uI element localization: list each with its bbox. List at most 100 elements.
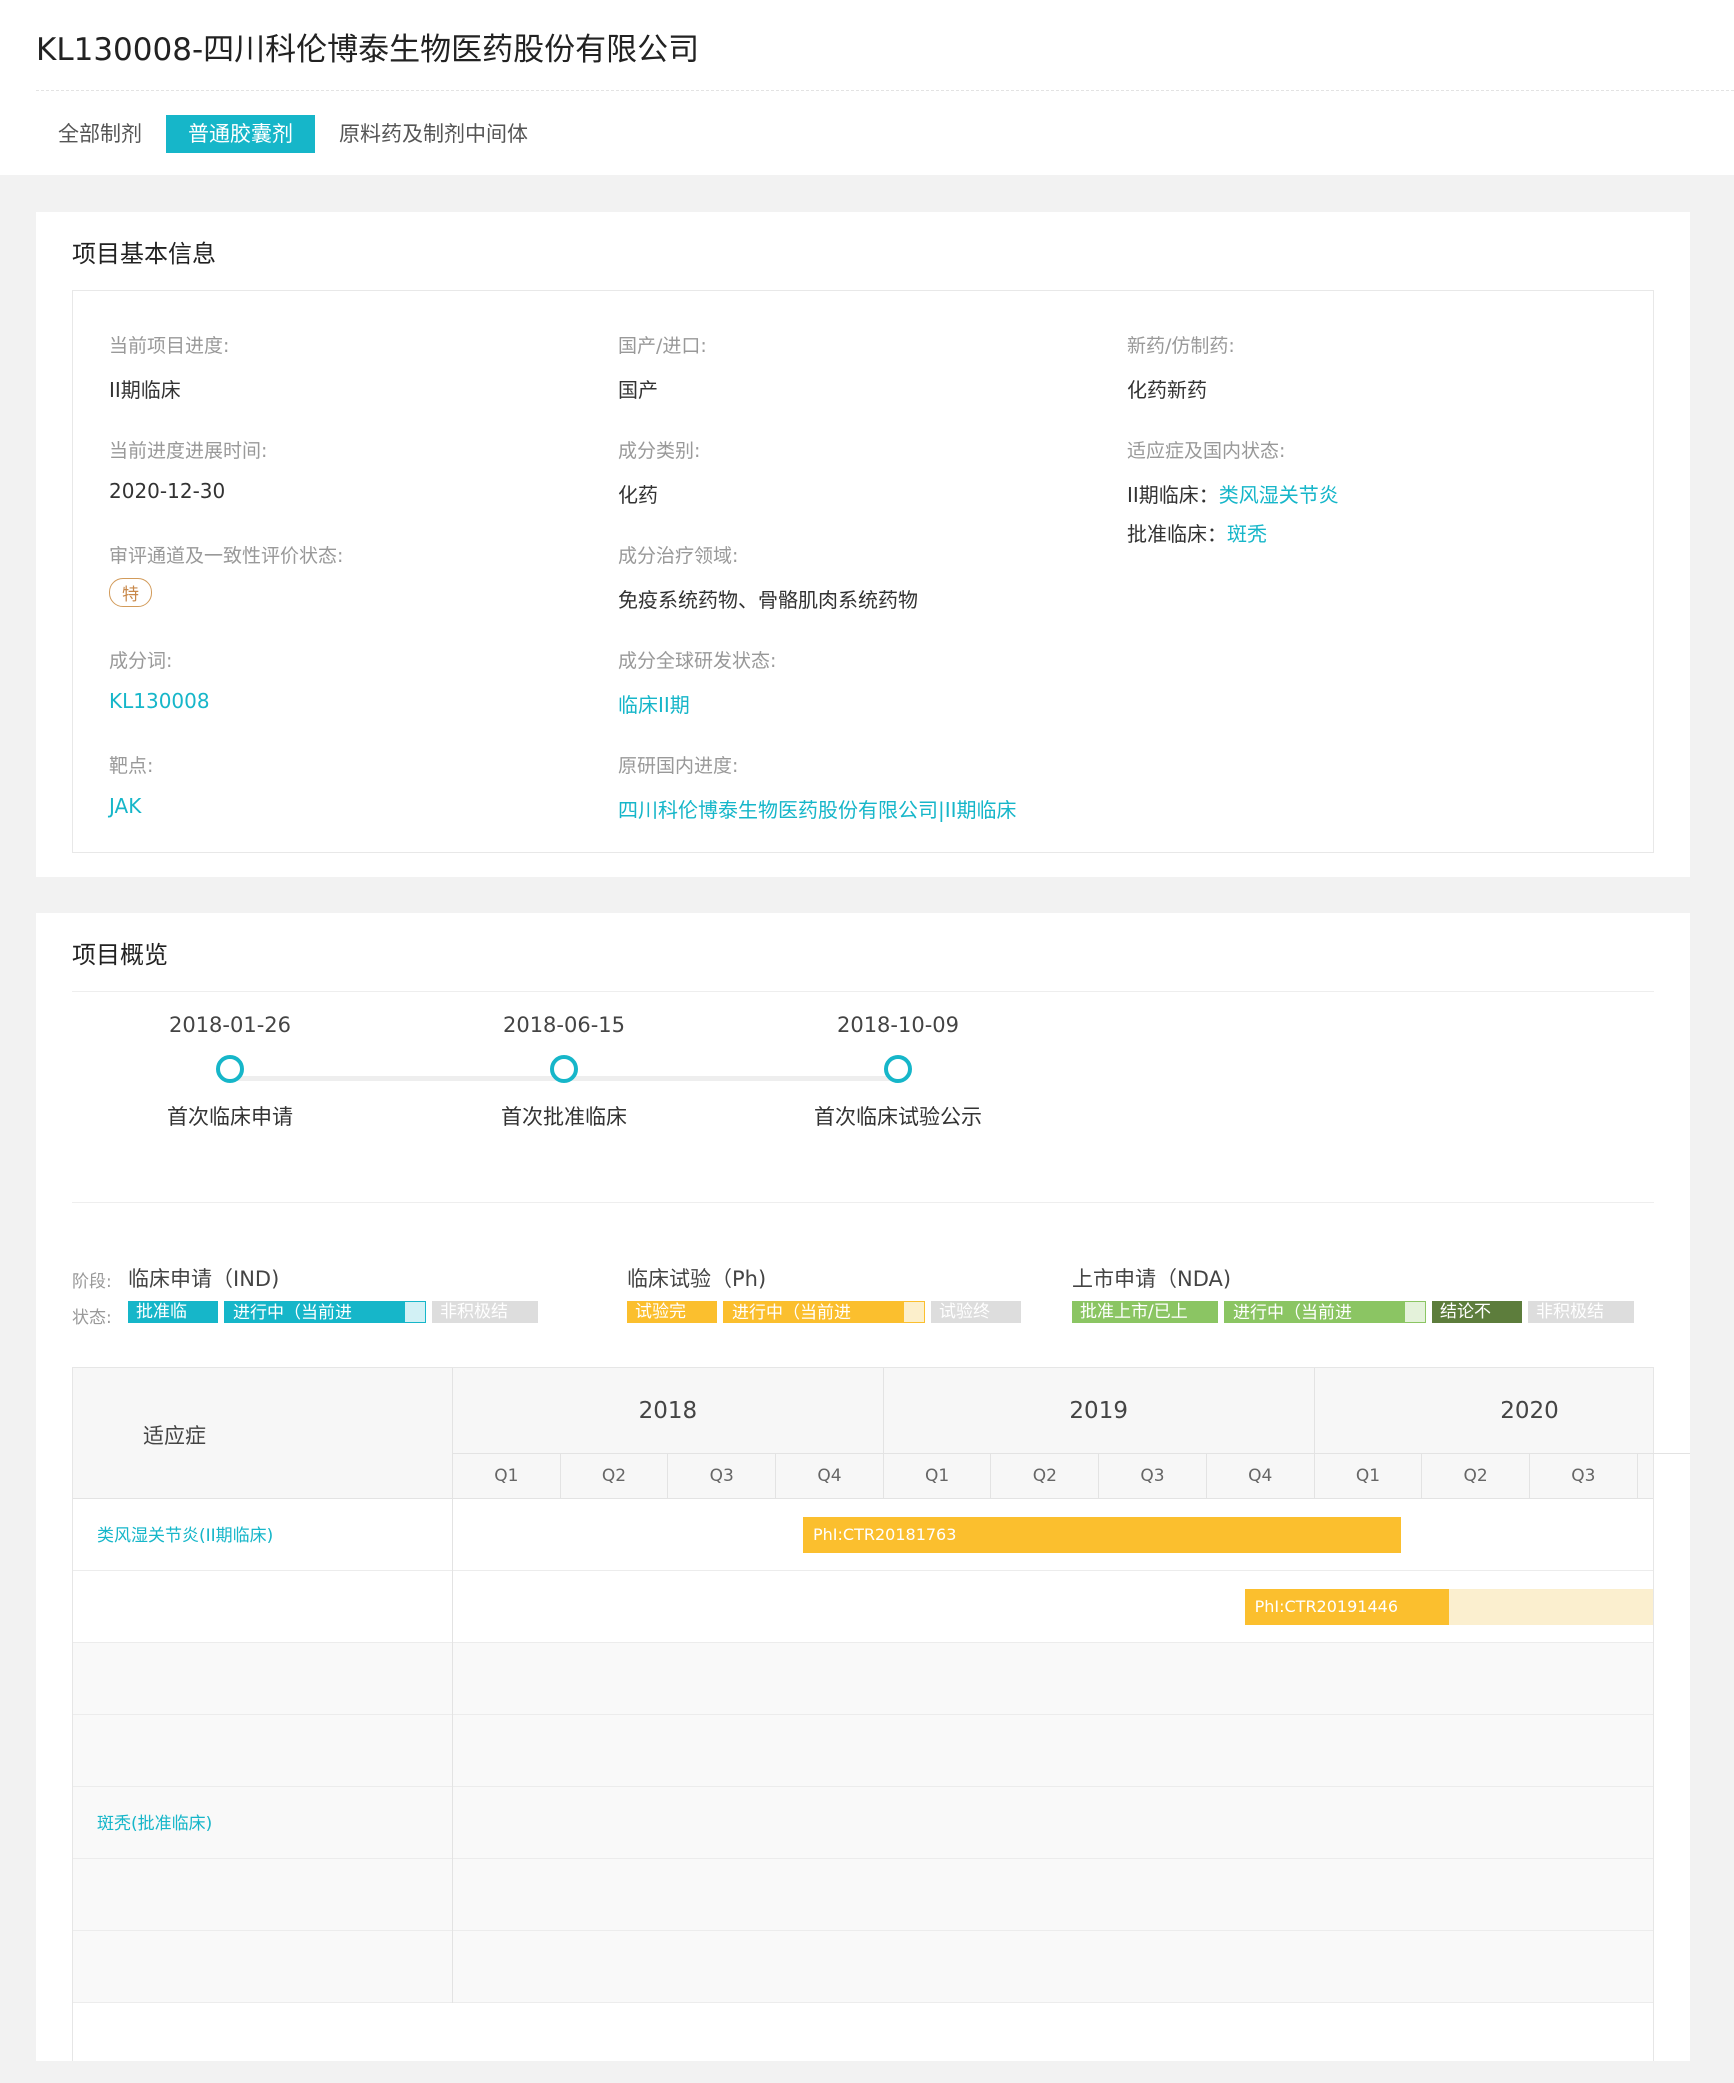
info-label: 成分全球研发状态: xyxy=(618,650,777,672)
overview-divider xyxy=(72,1202,1654,1203)
gantt-year-2020: 2020 xyxy=(1314,1368,1690,1454)
info-component-word: 成分词: KL130008 xyxy=(109,646,609,713)
info-global-status: 成分全球研发状态: 临床II期 xyxy=(618,646,1118,718)
info-label: 当前进度进展时间: xyxy=(109,440,268,462)
info-label: 国产/进口: xyxy=(618,335,707,357)
info-label: 成分治疗领域: xyxy=(618,545,739,567)
gantt-quarter: Q1 xyxy=(453,1454,561,1499)
milestone-date: 2018-01-26 xyxy=(168,1013,292,1037)
legend-nda-approved: 批准上市/已上 xyxy=(1072,1301,1218,1323)
legend-text: 进行中（当前进 xyxy=(233,1303,352,1323)
gantt-quarter: Q1 xyxy=(1315,1454,1423,1499)
gantt-row: 斑秃(批准临床) xyxy=(73,1787,1653,1859)
legend-status-key: 状态: xyxy=(72,1308,112,1328)
gantt-bar-ongoing-tail xyxy=(1449,1589,1653,1625)
component-word-link[interactable]: KL130008 xyxy=(109,689,609,713)
gantt-year-2018: 2018 xyxy=(453,1368,884,1454)
legend-boxes: 试验完 进行中（当前进 试验终 xyxy=(627,1301,1021,1323)
legend-text: 进行中（当前进 xyxy=(732,1303,851,1323)
milestone-label: 首次临床试验公示 xyxy=(814,1105,982,1129)
gantt-header: 适应症 2018 2019 2020 Q1 Q2 Q3 Q4 Q1 Q2 Q3 Q4 Q1 Q2 Q3 xyxy=(73,1368,1690,1499)
legend-tail xyxy=(1405,1302,1425,1322)
target-link[interactable]: JAK xyxy=(109,794,609,818)
legend-ind-inactive: 非积极结 xyxy=(432,1301,538,1323)
gantt-quarter: Q3 xyxy=(1530,1454,1638,1499)
legend-group-title: 临床试验（Ph) xyxy=(627,1267,767,1291)
gantt-indication-cell xyxy=(73,1931,453,2003)
milestone-label: 首次临床申请 xyxy=(167,1105,293,1129)
info-value: 2020-12-30 xyxy=(109,479,226,503)
info-progress-time: 当前进度进展时间: 2020-12-30 xyxy=(109,436,609,503)
info-review-channel: 审评通道及一致性评价状态: 特 xyxy=(109,541,609,607)
legend-stage-key: 阶段: xyxy=(72,1272,112,1292)
info-label: 审评通道及一致性评价状态: xyxy=(109,545,344,567)
info-value: 国产 xyxy=(618,378,658,402)
legend-ph-ongoing: 进行中（当前进 xyxy=(723,1301,925,1323)
info-target: 靶点: JAK xyxy=(109,751,609,818)
legend-ind-approved: 批准临 xyxy=(128,1301,218,1323)
legend-boxes: 批准临 进行中（当前进 非积极结 xyxy=(128,1301,538,1323)
info-therapeutic-area: 成分治疗领域: 免疫系统药物、骨骼肌肉系统药物 xyxy=(618,541,1118,613)
legend-nda-ongoing: 进行中（当前进 xyxy=(1224,1301,1426,1323)
legend-group-title: 临床申请（IND) xyxy=(128,1267,280,1291)
gantt-year-2019: 2019 xyxy=(883,1368,1315,1454)
info-value: II期临床 xyxy=(109,378,181,402)
milestone-item: 2018-01-26 首次临床申请 xyxy=(110,1013,350,1131)
indication-status-line: 批准临床：斑秃 xyxy=(1127,518,1627,547)
indication-stage: 批准临床： xyxy=(1127,522,1227,546)
gantt-quarter: Q3 xyxy=(1099,1454,1207,1499)
gantt-indication-link[interactable]: 类风湿关节炎(II期临床) xyxy=(97,1521,273,1546)
legend-tail xyxy=(904,1302,924,1322)
legend-ph-terminated: 试验终 xyxy=(931,1301,1021,1323)
info-label: 成分词: xyxy=(109,650,173,672)
legend-group-title: 上市申请（NDA) xyxy=(1072,1267,1232,1291)
gantt-row xyxy=(73,1643,1653,1715)
status-legend: 阶段: 状态: 临床申请（IND) 批准临 进行中（当前进 非积极结 临床试验（… xyxy=(72,1263,1690,1333)
info-label: 原研国内进度: xyxy=(618,755,739,777)
info-value: 免疫系统药物、骨骼肌肉系统药物 xyxy=(618,588,918,612)
gantt-indication-link[interactable]: 斑秃(批准临床) xyxy=(97,1809,212,1834)
milestone-date: 2018-10-09 xyxy=(836,1013,960,1037)
indication-link-alopecia[interactable]: 斑秃 xyxy=(1227,522,1267,546)
gantt-row xyxy=(73,1715,1653,1787)
page-header: KL130008-四川科伦博泰生物医药股份有限公司 全部制剂 普通胶囊剂 原料药… xyxy=(0,0,1734,175)
milestone-label: 首次批准临床 xyxy=(501,1105,627,1129)
tab-api-intermediate[interactable]: 原料药及制剂中间体 xyxy=(317,115,550,153)
info-current-progress: 当前项目进度: II期临床 xyxy=(109,331,609,403)
info-value: 化药新药 xyxy=(1127,378,1207,402)
legend-tail xyxy=(405,1302,425,1322)
indication-link-ra[interactable]: 类风湿关节炎 xyxy=(1219,483,1339,507)
milestone-dot-icon xyxy=(884,1055,912,1083)
tab-all-formulations[interactable]: 全部制剂 xyxy=(36,115,164,153)
overview-card: 项目概览 2018-01-26 首次临床申请 2018-06-15 首次批准临床… xyxy=(36,913,1690,2061)
gantt-trial-bar[interactable]: PhI:CTR20191446 xyxy=(1244,1589,1450,1625)
gantt-indication-cell xyxy=(73,1859,453,1931)
legend-nda-inactive: 非积极结 xyxy=(1528,1301,1634,1323)
gantt-row: 类风湿关节炎(II期临床) PhI:CTR20181763 xyxy=(73,1499,1653,1571)
gantt-quarter: Q4 xyxy=(1207,1454,1315,1499)
info-component-category: 成分类别: 化药 xyxy=(618,436,1118,508)
milestone-item: 2018-06-15 首次批准临床 xyxy=(444,1013,684,1131)
tab-capsule[interactable]: 普通胶囊剂 xyxy=(166,115,315,153)
legend-nda-negative: 结论不 xyxy=(1432,1301,1522,1323)
info-label: 成分类别: xyxy=(618,440,701,462)
info-label: 新药/仿制药: xyxy=(1127,335,1235,357)
indication-header-label: 适应症 xyxy=(143,1424,206,1448)
indication-column-header: 适应症 xyxy=(73,1368,453,1499)
indication-status-line: II期临床：类风湿关节炎 xyxy=(1127,479,1627,508)
indication-stage: II期临床： xyxy=(1127,483,1219,507)
original-progress-link[interactable]: 四川科伦博泰生物医药股份有限公司|II期临床 xyxy=(618,794,1318,823)
info-original-progress: 原研国内进度: 四川科伦博泰生物医药股份有限公司|II期临床 xyxy=(618,751,1318,823)
milestone-timeline: 2018-01-26 首次临床申请 2018-06-15 首次批准临床 2018… xyxy=(72,1013,1654,1163)
title-divider xyxy=(36,90,1734,91)
gantt-quarter: Q2 xyxy=(992,1454,1100,1499)
legend-boxes: 批准上市/已上 进行中（当前进 结论不 非积极结 xyxy=(1072,1301,1634,1323)
info-label: 适应症及国内状态: xyxy=(1127,440,1286,462)
info-label: 靶点: xyxy=(109,755,154,777)
gantt-trial-bar[interactable]: PhI:CTR20181763 xyxy=(803,1517,1401,1553)
global-status-link[interactable]: 临床II期 xyxy=(618,689,1118,718)
gantt-indication-cell: 斑秃(批准临床) xyxy=(73,1787,453,1859)
milestone-date: 2018-06-15 xyxy=(502,1013,626,1037)
gantt-quarter: Q2 xyxy=(1422,1454,1530,1499)
gantt-row xyxy=(73,1859,1653,1931)
